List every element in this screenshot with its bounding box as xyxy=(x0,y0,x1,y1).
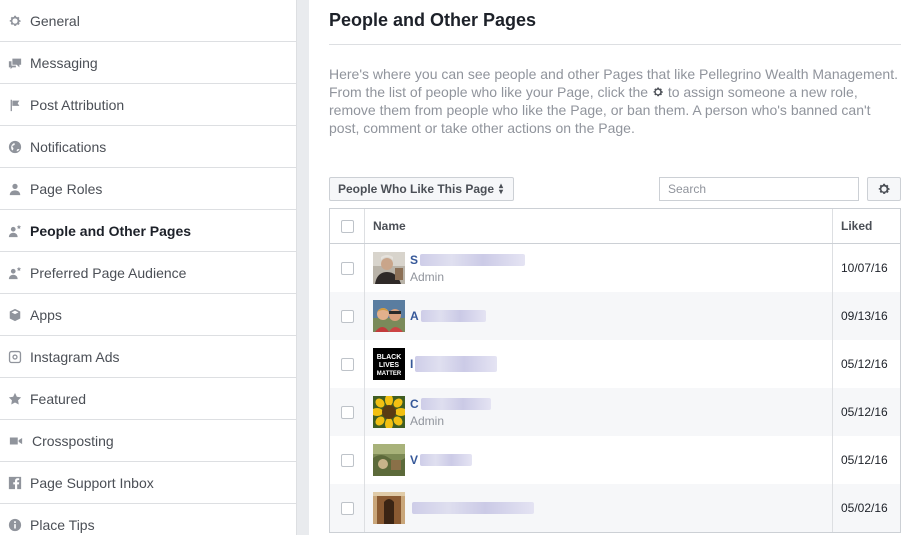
sidebar-item-page-support-inbox[interactable]: Page Support Inbox xyxy=(0,462,296,504)
sidebar-item-preferred-page-audience[interactable]: Preferred Page Audience xyxy=(0,252,296,294)
person-name[interactable]: A xyxy=(410,309,419,323)
row-checkbox[interactable] xyxy=(340,501,354,515)
sidebar-item-label: Instagram Ads xyxy=(30,348,120,365)
person-name[interactable]: C xyxy=(410,397,419,411)
settings-gear-button[interactable] xyxy=(867,177,901,201)
liked-date: 05/02/16 xyxy=(841,501,888,515)
sidebar-item-label: Notifications xyxy=(30,138,107,155)
gear-icon xyxy=(8,14,22,28)
sidebar-item-featured[interactable]: Featured xyxy=(0,378,296,420)
table-row: 05/02/16 xyxy=(330,484,900,532)
sidebar-item-post-attribution[interactable]: Post Attribution xyxy=(0,84,296,126)
liked-date: 10/07/16 xyxy=(841,261,888,275)
avatar[interactable] xyxy=(373,252,405,284)
blm-logo-line-1: BLACK xyxy=(377,354,402,361)
sidebar-item-place-tips[interactable]: Place Tips xyxy=(0,504,296,535)
updown-caret-icon: ▴ ▾ xyxy=(499,181,504,196)
sidebar-item-people-and-other-pages[interactable]: People and Other Pages xyxy=(0,210,296,252)
avatar[interactable] xyxy=(373,300,405,332)
video-camera-icon xyxy=(8,434,24,448)
table-row: BLACK LIVES MATTER I 05/12/16 xyxy=(330,340,900,388)
title-divider xyxy=(329,44,901,45)
person-name[interactable]: I xyxy=(410,357,413,371)
people-filter-dropdown[interactable]: People Who Like This Page ▴ ▾ xyxy=(329,177,515,201)
avatar[interactable] xyxy=(373,492,405,524)
table-row: C Admin 05/12/16 xyxy=(330,388,900,436)
sidebar-item-label: Messaging xyxy=(30,54,98,71)
blm-logo-line-2: LIVES xyxy=(379,362,400,369)
person-star-icon xyxy=(8,224,22,238)
instagram-icon xyxy=(8,350,22,364)
table-header: Name Liked xyxy=(330,209,900,244)
main-panel: People and Other Pages Here's where you … xyxy=(309,0,920,535)
row-checkbox[interactable] xyxy=(340,309,354,323)
table-row: V 05/12/16 xyxy=(330,436,900,484)
sidebar-item-crossposting[interactable]: Crossposting xyxy=(0,420,296,462)
sidebar-item-label: Post Attribution xyxy=(30,96,125,113)
row-checkbox[interactable] xyxy=(340,453,354,467)
gear-icon xyxy=(877,182,891,196)
redacted-name xyxy=(420,398,491,410)
sidebar-item-label: Crossposting xyxy=(32,432,114,449)
flag-icon xyxy=(8,98,22,112)
sidebar-item-label: General xyxy=(30,12,80,29)
table-row: A 09/13/16 xyxy=(330,292,900,340)
redacted-name xyxy=(412,502,534,514)
avatar[interactable]: BLACK LIVES MATTER xyxy=(373,348,405,380)
redacted-name xyxy=(420,254,526,266)
sidebar-item-messaging[interactable]: Messaging xyxy=(0,42,296,84)
sidebar-item-label: Page Roles xyxy=(30,180,103,197)
sidebar-item-apps[interactable]: Apps xyxy=(0,294,296,336)
messaging-icon xyxy=(8,56,22,70)
table-row: S Admin 10/07/16 xyxy=(330,244,900,292)
select-all-checkbox[interactable] xyxy=(340,219,354,233)
column-header-liked[interactable]: Liked xyxy=(833,209,900,243)
avatar[interactable] xyxy=(373,396,405,428)
blm-logo-line-3: MATTER xyxy=(377,371,402,377)
redacted-name xyxy=(420,310,486,322)
filter-label: People Who Like This Page xyxy=(338,182,495,196)
sidebar-item-label: People and Other Pages xyxy=(30,222,192,239)
settings-sidebar: General Messaging Post Attribution Notif… xyxy=(0,0,297,535)
gear-icon xyxy=(652,84,664,97)
globe-icon xyxy=(8,140,22,154)
role-label: Admin xyxy=(410,414,445,428)
facebook-icon xyxy=(8,476,22,490)
liked-date: 05/12/16 xyxy=(841,453,888,467)
sidebar-item-instagram-ads[interactable]: Instagram Ads xyxy=(0,336,296,378)
sidebar-item-label: Page Support Inbox xyxy=(30,474,154,491)
row-checkbox[interactable] xyxy=(340,357,354,371)
sidebar-item-label: Preferred Page Audience xyxy=(30,264,187,281)
search-input[interactable] xyxy=(659,177,859,201)
row-checkbox[interactable] xyxy=(340,405,354,419)
person-name[interactable]: S xyxy=(410,253,418,267)
sidebar-item-notifications[interactable]: Notifications xyxy=(0,126,296,168)
star-icon xyxy=(8,392,22,406)
sidebar-item-label: Apps xyxy=(30,306,62,323)
person-name[interactable]: V xyxy=(410,453,418,467)
liked-date: 09/13/16 xyxy=(841,309,888,323)
scroll-gutter xyxy=(297,0,309,535)
sidebar-item-label: Featured xyxy=(30,390,87,407)
sidebar-item-general[interactable]: General xyxy=(0,0,296,42)
avatar[interactable] xyxy=(373,444,405,476)
sidebar-item-label: Place Tips xyxy=(30,516,95,533)
info-icon xyxy=(8,518,22,532)
column-header-name[interactable]: Name xyxy=(365,209,833,243)
cube-icon xyxy=(8,308,22,322)
liked-date: 05/12/16 xyxy=(841,405,888,419)
people-table: Name Liked S Admin 10/07/16 A 09/13/16 B… xyxy=(329,208,901,533)
redacted-name xyxy=(420,454,473,466)
page-description: Here's where you can see people and othe… xyxy=(329,65,901,137)
select-all-cell xyxy=(330,209,365,243)
role-label: Admin xyxy=(410,270,445,284)
redacted-name xyxy=(415,356,498,372)
person-star-icon xyxy=(8,266,22,280)
page-title: People and Other Pages xyxy=(329,10,537,30)
liked-date: 05/12/16 xyxy=(841,357,888,371)
sidebar-item-page-roles[interactable]: Page Roles xyxy=(0,168,296,210)
row-checkbox[interactable] xyxy=(340,261,354,275)
person-icon xyxy=(8,182,22,196)
